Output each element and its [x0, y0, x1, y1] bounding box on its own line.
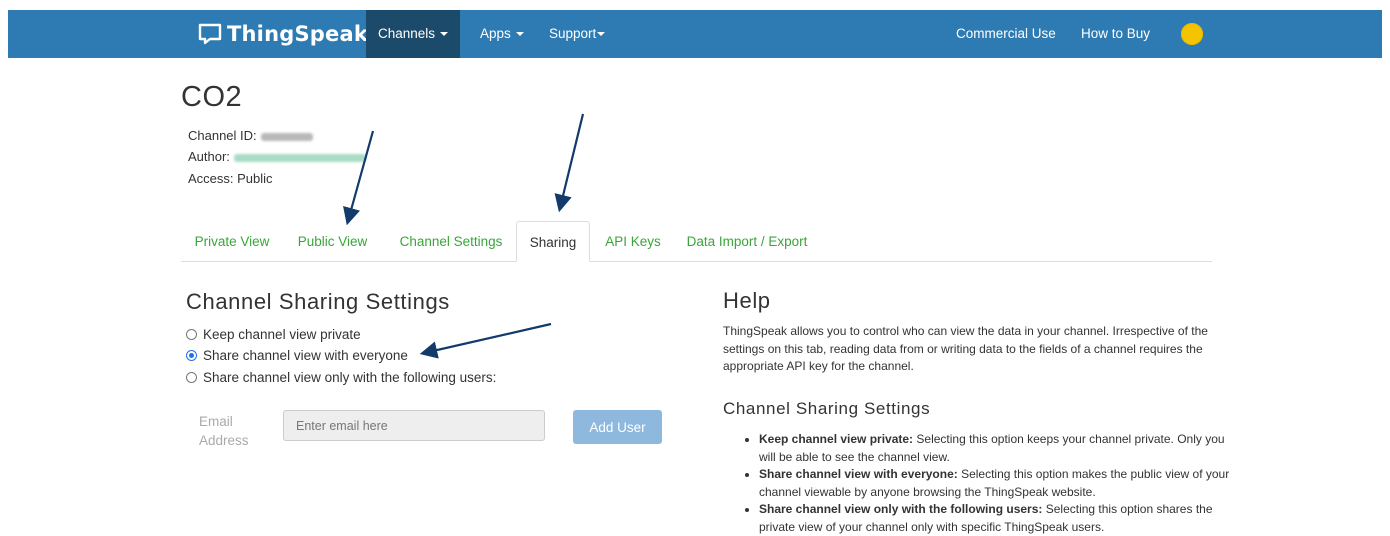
arrow-to-sharing-tab	[554, 113, 585, 213]
arrow-to-public-view	[343, 130, 375, 226]
annotation-arrows	[343, 113, 585, 359]
arrow-to-share-everyone	[419, 322, 552, 359]
